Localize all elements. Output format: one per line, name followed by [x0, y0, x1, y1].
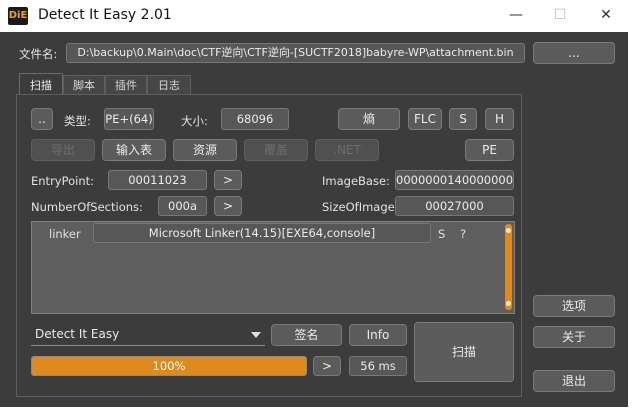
file-name-label: 文件名:: [19, 47, 58, 61]
entropy-button[interactable]: 熵: [338, 108, 400, 130]
app-logo-icon: DiE: [8, 7, 28, 25]
info-button[interactable]: Info: [349, 324, 407, 346]
scan-progress-bar: 100%: [31, 356, 307, 376]
dots-button[interactable]: ..: [31, 108, 53, 130]
sections-go-button[interactable]: >: [214, 196, 242, 216]
window-title: Detect It Easy 2.01: [38, 7, 172, 23]
signature-button[interactable]: 签名: [271, 324, 342, 346]
entrypoint-go-button[interactable]: >: [214, 170, 242, 190]
progress-text: 100%: [152, 359, 186, 373]
close-button[interactable]: ✕: [584, 0, 628, 32]
maximize-button[interactable]: ☐: [538, 0, 582, 32]
entrypoint-field[interactable]: 00011023: [108, 170, 207, 190]
result-help[interactable]: ?: [460, 227, 466, 241]
title-bar: DiE Detect It Easy 2.01 — ☐ ✕: [0, 0, 628, 32]
minimize-button[interactable]: —: [494, 0, 538, 32]
overlay-button[interactable]: 覆盖: [244, 139, 308, 161]
list-item[interactable]: linker Microsoft Linker(14.15)[EXE64,con…: [32, 222, 506, 244]
flc-button[interactable]: FLC: [408, 108, 442, 130]
sections-label: NumberOfSections:: [31, 200, 143, 214]
next-button[interactable]: >: [313, 356, 341, 376]
s-button[interactable]: S: [449, 108, 477, 130]
engine-select[interactable]: Detect It Easy: [31, 324, 265, 346]
results-list[interactable]: linker Microsoft Linker(14.15)[EXE64,con…: [31, 221, 515, 314]
sizeofimage-label: SizeOfImage:: [322, 200, 399, 214]
app-window: DiE Detect It Easy 2.01 — ☐ ✕ 文件名: D:\ba…: [0, 0, 628, 407]
engine-select-value: Detect It Easy: [35, 327, 120, 341]
type-label: 类型:: [64, 114, 91, 128]
scroll-up-icon[interactable]: [506, 228, 511, 233]
chevron-down-icon: [251, 332, 261, 338]
imagebase-label: ImageBase:: [322, 174, 390, 188]
tab-log[interactable]: 日志: [147, 75, 191, 95]
imagebase-field[interactable]: 0000000140000000: [395, 170, 514, 190]
entrypoint-label: EntryPoint:: [31, 174, 95, 188]
about-button[interactable]: 关于: [533, 326, 615, 348]
options-button[interactable]: 选项: [533, 295, 615, 317]
export-button[interactable]: 导出: [31, 139, 95, 161]
scan-button[interactable]: 扫描: [414, 322, 514, 382]
result-type: linker: [49, 227, 81, 241]
results-scrollbar[interactable]: [505, 224, 512, 310]
type-field[interactable]: PE+(64): [104, 108, 154, 130]
resource-button[interactable]: 资源: [173, 139, 237, 161]
pe-button[interactable]: PE: [465, 139, 514, 161]
exit-button[interactable]: 退出: [533, 370, 615, 392]
sizeofimage-field[interactable]: 00027000: [395, 196, 514, 216]
size-field: 68096: [221, 108, 289, 130]
tab-scripts[interactable]: 脚本: [63, 75, 105, 95]
result-s-flag[interactable]: S: [438, 227, 445, 241]
tab-plugins[interactable]: 插件: [105, 75, 147, 95]
browse-button[interactable]: ...: [533, 42, 615, 64]
result-value: Microsoft Linker(14.15)[EXE64,console]: [93, 223, 431, 243]
size-label: 大小:: [181, 114, 208, 128]
file-path-field[interactable]: D:\backup\0.Main\doc\CTF逆向\CTF逆向-[SUCTF2…: [66, 43, 525, 63]
h-button[interactable]: H: [485, 108, 514, 130]
import-button[interactable]: 输入表: [102, 139, 166, 161]
sections-field[interactable]: 000a: [158, 196, 207, 216]
scan-time-field: 56 ms: [349, 356, 407, 376]
tab-scan[interactable]: 扫描: [19, 73, 63, 95]
scroll-down-icon[interactable]: [506, 301, 511, 306]
net-button[interactable]: .NET: [315, 139, 379, 161]
